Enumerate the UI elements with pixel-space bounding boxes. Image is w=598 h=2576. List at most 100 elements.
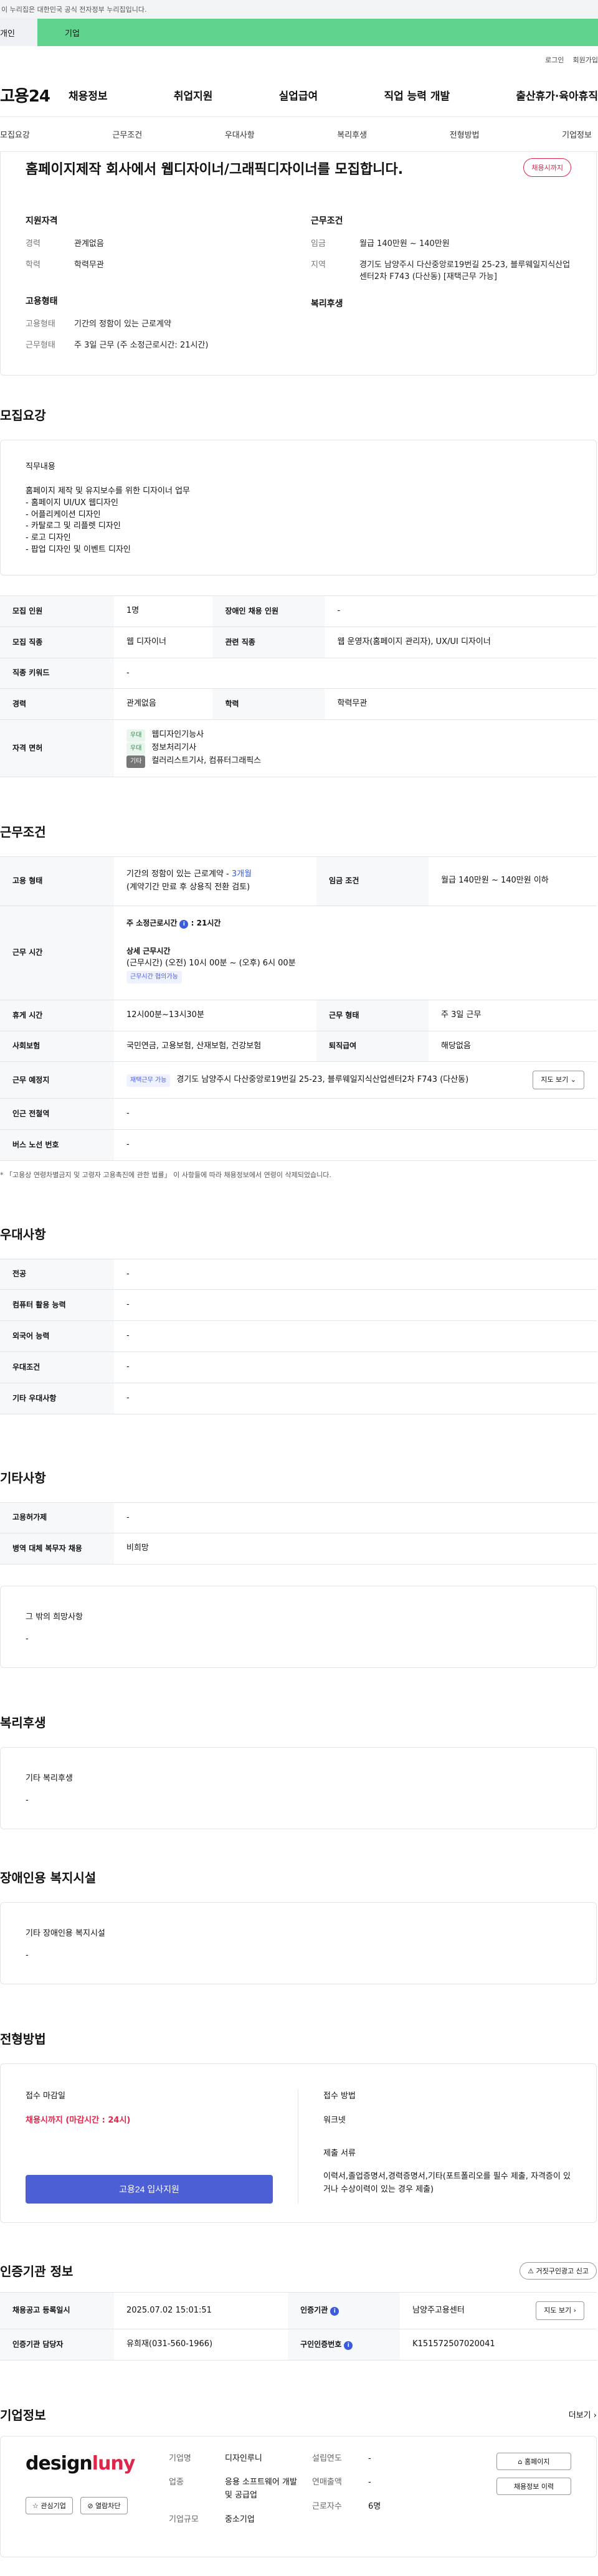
value: 해당없음 xyxy=(429,1031,597,1063)
info-icon[interactable]: i xyxy=(179,919,189,929)
anchor-welfare[interactable]: 복리후생 xyxy=(337,128,367,140)
cond-title: 근무조건 xyxy=(311,216,343,226)
more-link[interactable]: 더보기 › xyxy=(569,2408,597,2420)
info-icon[interactable]: i xyxy=(330,2307,339,2316)
tab-company[interactable]: 기업 xyxy=(37,19,598,46)
label: 설립연도 xyxy=(312,2453,342,2463)
block-icon: ⊘ xyxy=(87,2501,93,2510)
gnb-jobs[interactable]: 채용정보 xyxy=(69,87,108,103)
label: 직종 키워드 xyxy=(0,658,114,689)
label: 업종 xyxy=(169,2478,184,2488)
info-icon[interactable]: i xyxy=(344,2341,353,2350)
chevron-down-icon: ⌄ xyxy=(570,1076,576,1084)
value: - xyxy=(368,2453,371,2463)
value: - xyxy=(368,2478,371,2488)
label: 학력 xyxy=(26,260,40,270)
signup-link[interactable]: 회원가입 xyxy=(573,55,598,65)
license-tag: 우대 xyxy=(126,742,146,755)
label: 사회보험 xyxy=(0,1031,114,1063)
agency-table: 채용공고 등록일시 2025.07.02 15:01:51 인증기관 i 남양주고… xyxy=(0,2292,597,2361)
company-box: designluny ☆ 관심기업 ⊘ 열람차단 기업명 디자인루니 업종 응용 소… xyxy=(0,2435,597,2557)
anchor-prefer[interactable]: 우대사항 xyxy=(225,128,255,140)
label: 장애인 채용 인원 xyxy=(212,595,325,627)
value: 학력무관 xyxy=(74,260,104,270)
value: 6명 xyxy=(368,2502,381,2512)
disabled-facility-value: - xyxy=(26,1951,29,1961)
history-button[interactable]: 채용정보 이력 xyxy=(496,2477,571,2495)
value: 남양주고용센터 xyxy=(412,2305,465,2315)
section-work: 근무조건 xyxy=(0,825,46,840)
emp-title: 고용형태 xyxy=(26,296,58,306)
contract-months: 3개월 xyxy=(231,869,252,879)
duty-line: - 팝업 디자인 및 이벤트 디자인 xyxy=(26,545,131,555)
map-button-label: 지도 보기 xyxy=(541,1076,569,1084)
prefer-table: 전공 - 컴퓨터 활용 능력 - 외국어 능력 - 우대조건 - 기타 우대사항 - xyxy=(0,1258,597,1414)
value: 관계없음 xyxy=(114,688,213,721)
label: 컴퓨터 활용 능력 xyxy=(0,1289,114,1322)
value: - xyxy=(114,658,597,689)
label: 휴게 시간 xyxy=(0,1000,114,1031)
license-name: 웹디자인기능사 xyxy=(151,730,204,740)
label: 버스 노선 번호 xyxy=(0,1129,114,1161)
star-icon: ☆ xyxy=(32,2501,39,2510)
value: 기간의 정함이 있는 근로계약 - xyxy=(126,869,232,879)
label: 주 소정근로시간 xyxy=(126,918,178,927)
gnb-unemployment-benefit[interactable]: 실업급여 xyxy=(279,87,318,103)
value: 비희망 xyxy=(114,1533,597,1565)
apply-button[interactable]: 고용24 입사지원 xyxy=(26,2175,273,2204)
gnb-leave[interactable]: 출산휴가·육아휴직 xyxy=(516,87,598,103)
label: 경력 xyxy=(0,688,114,721)
anchor-company[interactable]: 기업정보 xyxy=(562,128,592,140)
label: 근무 시간 xyxy=(0,906,114,1000)
value: 월급 140만원 ~ 140만원 xyxy=(359,239,450,249)
favorite-button-label: 관심기업 xyxy=(40,2501,66,2510)
process-box: 접수 마감일 채용시까지 (마감시간 : 24시) 고용24 입사지원 접수 방… xyxy=(0,2063,597,2223)
report-button[interactable]: ⚠ 거짓구인광고 신고 xyxy=(520,2261,597,2280)
label: 기업명 xyxy=(169,2453,191,2463)
label: 근무형태 xyxy=(26,340,55,350)
label: 우대조건 xyxy=(0,1352,114,1383)
value: (계약기간 만료 후 상용직 전환 검토) xyxy=(126,882,250,892)
label: 병역 대체 복무자 채용 xyxy=(0,1533,114,1565)
homepage-button[interactable]: ⌂ 홈페이지 xyxy=(496,2452,571,2470)
welfare-box: 기타 복리후생 - xyxy=(0,1747,597,1830)
label: 근무 예정지 xyxy=(0,1061,114,1099)
favorite-button[interactable]: ☆ 관심기업 xyxy=(26,2496,73,2514)
site-logo[interactable]: 고용24 xyxy=(0,83,69,107)
anchor-work[interactable]: 근무조건 xyxy=(112,128,142,140)
age-note: * 「고용상 연령차별금지 및 고령자 고용촉진에 관한 법률」 이 사항들에 … xyxy=(0,1170,331,1179)
label: 학력 xyxy=(212,688,325,721)
tab-personal[interactable]: 개인 xyxy=(0,19,37,46)
more-link-label: 더보기 xyxy=(568,2410,591,2420)
value: 기간의 정함이 있는 근로계약 xyxy=(74,320,171,329)
gnb-employment-support[interactable]: 취업지원 xyxy=(174,87,213,103)
value: 응용 소프트웨어 개발 및 공급업 xyxy=(225,2478,297,2501)
map-button[interactable]: 지도 보기 ⌄ xyxy=(533,1071,584,1090)
anchor-process[interactable]: 전형방법 xyxy=(450,128,480,140)
anchor-nav: 모집요강 근무조건 우대사항 복리후생 전형방법 기업정보 xyxy=(0,117,598,152)
welfare-title: 복리후생 xyxy=(311,298,343,309)
gnb-skills[interactable]: 직업 능력 개발 xyxy=(384,87,450,103)
brand-part-b: luny xyxy=(92,2452,136,2474)
method-title: 접수 방법 xyxy=(323,2091,356,2101)
label: 인근 전철역 xyxy=(0,1098,114,1130)
section-process: 전형방법 xyxy=(0,2032,46,2047)
job-summary: 홈페이지제작 회사에서 웹디자이너/그래픽디자이너를 모집합니다. 채용시까지 … xyxy=(0,152,597,376)
duty-line: - 로고 디자인 xyxy=(26,533,71,543)
label: 연매출액 xyxy=(312,2478,342,2488)
duty-title: 직무내용 xyxy=(26,462,55,471)
label: 외국어 능력 xyxy=(0,1320,114,1353)
login-link[interactable]: 로그인 xyxy=(545,55,564,65)
agency-map-button[interactable]: 지도 보기 › xyxy=(536,2301,584,2320)
license-tag: 우대 xyxy=(126,729,146,742)
duty-box: 직무내용 홈페이지 제작 및 유지보수를 위한 디자이너 업무 - 홈페이지 U… xyxy=(0,440,597,575)
hope-title: 그 밖의 희망사항 xyxy=(26,1612,83,1622)
label: 지역 xyxy=(311,260,326,270)
anchor-recruit[interactable]: 모집요강 xyxy=(0,128,30,140)
status-badge: 채용시까지 xyxy=(523,158,571,177)
value: 학력무관 xyxy=(325,688,597,721)
label: 관련 직종 xyxy=(212,627,325,658)
job-title: 홈페이지제작 회사에서 웹디자이너/그래픽디자이너를 모집합니다. xyxy=(26,162,404,178)
recruit-table: 모집 인원 1명 장애인 채용 인원 - 모집 직종 웹 디자이너 관련 직종 … xyxy=(0,595,597,778)
block-button[interactable]: ⊘ 열람차단 xyxy=(80,2496,128,2514)
